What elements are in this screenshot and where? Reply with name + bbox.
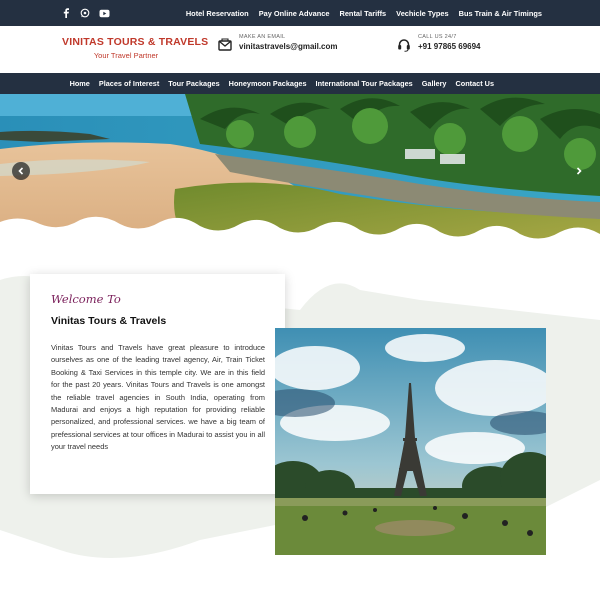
hero-slider bbox=[0, 94, 600, 244]
brand-logo[interactable]: VINITAS TOURS & TRAVELS Your Travel Part… bbox=[62, 36, 209, 60]
nav-tour-packages[interactable]: Tour Packages bbox=[168, 79, 219, 88]
top-link-vehicle-types[interactable]: Vechicle Types bbox=[396, 9, 448, 18]
brand-tagline: Your Travel Partner bbox=[93, 51, 159, 60]
hero-beach-image bbox=[0, 94, 600, 244]
envelope-icon bbox=[218, 38, 232, 52]
nav-contact-us[interactable]: Contact Us bbox=[455, 79, 494, 88]
social-links bbox=[60, 7, 110, 19]
phone-contact: CALL US 24/7 +91 97865 69694 bbox=[397, 34, 481, 52]
nav-places-of-interest[interactable]: Places of Interest bbox=[99, 79, 159, 88]
nav-international-tour-packages[interactable]: International Tour Packages bbox=[316, 79, 413, 88]
email-contact: MAKE AN EMAIL vinitastravels@gmail.com bbox=[218, 34, 338, 52]
top-bar: Hotel Reservation Pay Online Advance Ren… bbox=[0, 0, 600, 26]
facebook-icon[interactable] bbox=[60, 7, 72, 19]
top-link-hotel-reservation[interactable]: Hotel Reservation bbox=[186, 9, 249, 18]
eiffel-tower-photo bbox=[275, 328, 546, 555]
slider-prev-button[interactable] bbox=[12, 162, 30, 180]
slider-next-button[interactable] bbox=[570, 162, 588, 180]
nav-home[interactable]: Home bbox=[70, 79, 90, 88]
top-links: Hotel Reservation Pay Online Advance Ren… bbox=[186, 0, 542, 26]
phone-value[interactable]: +91 97865 69694 bbox=[418, 42, 481, 51]
email-label: MAKE AN EMAIL bbox=[239, 34, 286, 40]
about-body: Vinitas Tours and Travels have great ple… bbox=[51, 343, 265, 452]
youtube-icon[interactable] bbox=[98, 7, 110, 19]
headset-icon bbox=[397, 38, 411, 52]
top-link-rental-tariffs[interactable]: Rental Tariffs bbox=[339, 9, 386, 18]
chevron-left-icon bbox=[18, 167, 24, 175]
nav-gallery[interactable]: Gallery bbox=[422, 79, 447, 88]
top-link-pay-online[interactable]: Pay Online Advance bbox=[259, 9, 330, 18]
top-link-timings[interactable]: Bus Train & Air Timings bbox=[459, 9, 542, 18]
nav-honeymoon-packages[interactable]: Honeymoon Packages bbox=[229, 79, 307, 88]
main-nav: Home Places of Interest Tour Packages Ho… bbox=[0, 73, 600, 94]
brand-name: VINITAS TOURS & TRAVELS bbox=[62, 36, 209, 48]
welcome-card: Welcome To Vinitas Tours & Travels Vinit… bbox=[30, 274, 285, 494]
about-title: Vinitas Tours & Travels bbox=[51, 315, 167, 327]
site-header: VINITAS TOURS & TRAVELS Your Travel Part… bbox=[0, 26, 600, 73]
whatsapp-icon[interactable] bbox=[79, 7, 91, 19]
email-value[interactable]: vinitastravels@gmail.com bbox=[239, 42, 338, 51]
chevron-right-icon bbox=[576, 167, 582, 175]
phone-label: CALL US 24/7 bbox=[418, 34, 457, 40]
welcome-heading: Welcome To bbox=[51, 292, 121, 306]
